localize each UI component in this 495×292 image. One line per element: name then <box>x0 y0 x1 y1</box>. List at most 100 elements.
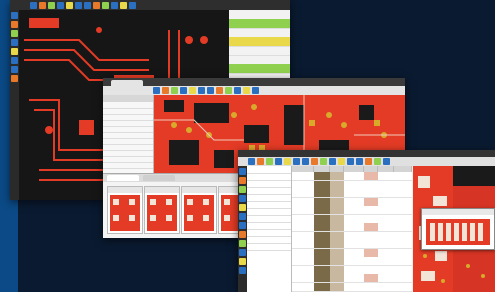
window-front-popup[interactable] <box>421 208 495 250</box>
table-cell <box>364 257 378 265</box>
table-cell <box>378 197 394 206</box>
table-cell <box>344 265 364 274</box>
save-icon[interactable] <box>266 158 273 165</box>
pointer-icon[interactable] <box>11 12 18 19</box>
text-icon[interactable] <box>129 1 136 9</box>
layers-icon[interactable] <box>239 231 246 238</box>
route-icon[interactable] <box>239 204 246 211</box>
table-cell <box>330 214 344 223</box>
redo-icon[interactable] <box>180 87 187 94</box>
route-icon[interactable] <box>48 1 55 9</box>
grid-icon[interactable] <box>75 1 82 9</box>
thumbnail-pad <box>203 215 209 221</box>
via-icon[interactable] <box>11 57 18 64</box>
zoom-in-icon[interactable] <box>239 186 246 193</box>
via-icon[interactable] <box>57 1 64 9</box>
thumbnail[interactable] <box>144 186 180 234</box>
measure-icon[interactable] <box>11 66 18 73</box>
move-icon[interactable] <box>39 1 46 9</box>
select-icon[interactable] <box>30 1 37 9</box>
table-cell <box>344 189 364 197</box>
copy-icon[interactable] <box>293 158 300 165</box>
report-icon[interactable] <box>243 87 250 94</box>
window-mid-bottom-tab-2[interactable] <box>142 175 175 181</box>
pointer-icon[interactable] <box>239 240 246 247</box>
select-icon[interactable] <box>329 158 336 165</box>
pad-icon[interactable] <box>111 1 118 9</box>
tree-item[interactable] <box>247 243 291 251</box>
cut-icon[interactable] <box>284 158 291 165</box>
settings-icon[interactable] <box>252 87 259 94</box>
table-row[interactable] <box>292 282 412 292</box>
layer-icon[interactable] <box>84 1 91 9</box>
thumbnail[interactable] <box>181 186 217 234</box>
table-cell <box>292 274 314 282</box>
zoom-icon[interactable] <box>66 1 73 9</box>
measure-icon[interactable] <box>102 1 109 9</box>
zoom-in-icon[interactable] <box>11 30 18 37</box>
table-cell <box>364 265 378 274</box>
via-icon[interactable] <box>239 213 246 220</box>
thumbnail-pad <box>224 215 230 221</box>
table-cell <box>378 257 394 265</box>
new-icon[interactable] <box>248 158 255 165</box>
save-icon[interactable] <box>162 87 169 94</box>
table-cell <box>314 265 330 274</box>
window-mid-bottom-tab-1[interactable] <box>107 175 139 181</box>
table-cell <box>314 282 330 291</box>
pan-icon[interactable] <box>11 21 18 28</box>
table-cell <box>364 172 378 180</box>
zoom-out-icon[interactable] <box>11 39 18 46</box>
report-icon[interactable] <box>383 158 390 165</box>
window-front-board-view[interactable] <box>413 166 495 292</box>
pan-icon[interactable] <box>239 177 246 184</box>
select-icon[interactable] <box>189 87 196 94</box>
thumbnail-caption <box>108 187 142 193</box>
table-cell <box>364 240 378 248</box>
3d-icon[interactable] <box>234 87 241 94</box>
zoom-icon[interactable] <box>198 87 205 94</box>
table-cell <box>314 231 330 240</box>
open-icon[interactable] <box>257 158 264 165</box>
fill-icon[interactable] <box>120 1 127 9</box>
drc-icon[interactable] <box>225 87 232 94</box>
measure-icon[interactable] <box>239 222 246 229</box>
layer-icon[interactable] <box>356 158 363 165</box>
print-icon[interactable] <box>275 158 282 165</box>
layers-icon[interactable] <box>11 75 18 82</box>
table-cell <box>314 189 330 197</box>
thumbnail-pad <box>113 199 119 205</box>
zoom-icon[interactable] <box>338 158 345 165</box>
table-cell <box>344 240 364 248</box>
table-cell <box>292 257 314 265</box>
table-cell <box>314 257 330 265</box>
table-cell <box>378 265 394 274</box>
table-cell <box>330 231 344 240</box>
thumbnail-pad <box>129 199 135 205</box>
table-cell <box>344 214 364 223</box>
zoom-in-icon[interactable] <box>239 258 246 265</box>
thumbnail-pad <box>224 199 230 205</box>
pan-icon[interactable] <box>239 249 246 256</box>
grid-icon[interactable] <box>347 158 354 165</box>
redo-icon[interactable] <box>320 158 327 165</box>
zoom-out-icon[interactable] <box>239 267 246 274</box>
layer-icon[interactable] <box>216 87 223 94</box>
drc-icon[interactable] <box>365 158 372 165</box>
open-icon[interactable] <box>153 87 160 94</box>
zoom-out-icon[interactable] <box>239 195 246 202</box>
window-front <box>238 150 495 292</box>
window-mid-toolbar <box>103 86 405 95</box>
drc-icon[interactable] <box>93 1 100 9</box>
measure-icon[interactable] <box>374 158 381 165</box>
window-back-toolbar-icons <box>30 1 137 9</box>
table-cell <box>394 282 412 291</box>
route-icon[interactable] <box>11 48 18 55</box>
paste-icon[interactable] <box>302 158 309 165</box>
grid-icon[interactable] <box>207 87 214 94</box>
table-cell <box>394 223 412 231</box>
undo-icon[interactable] <box>311 158 318 165</box>
thumbnail[interactable] <box>107 186 143 234</box>
undo-icon[interactable] <box>171 87 178 94</box>
pointer-icon[interactable] <box>239 168 246 175</box>
